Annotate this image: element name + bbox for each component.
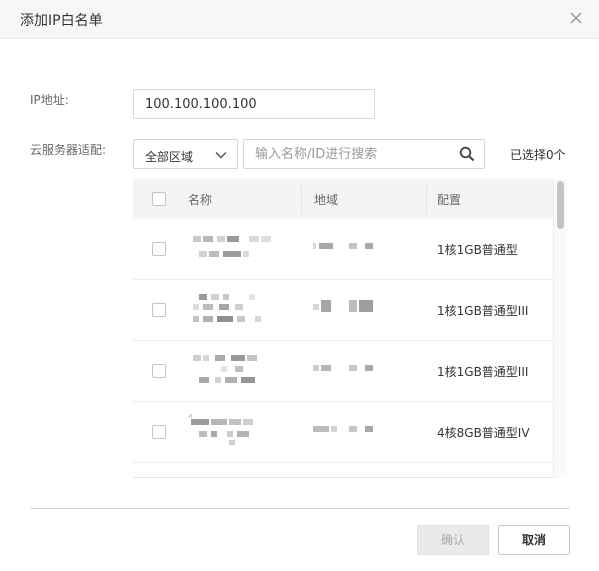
- table-header: 名称 地域 配置: [133, 179, 553, 219]
- redacted-region: [313, 241, 443, 281]
- confirm-button[interactable]: 确认: [417, 525, 489, 555]
- close-icon[interactable]: [567, 9, 585, 27]
- ip-address-label: IP地址:: [30, 93, 69, 107]
- region-select[interactable]: 全部区域: [133, 139, 238, 169]
- redacted-name: [203, 475, 333, 477]
- select-all-checkbox[interactable]: [152, 192, 166, 206]
- column-header-name: 名称: [188, 193, 213, 207]
- redacted-name: [191, 292, 321, 332]
- column-header-config: 配置: [437, 193, 462, 207]
- table-row[interactable]: 1核1GB普通型: [133, 219, 553, 280]
- region-select-value: 全部区域: [145, 150, 194, 164]
- table-row[interactable]: 1核1GB普通型III: [133, 341, 553, 402]
- redacted-name: [191, 353, 321, 393]
- table-row[interactable]: 4核8GB普通型IV: [133, 402, 553, 463]
- row-checkbox[interactable]: [152, 425, 166, 439]
- add-ip-whitelist-dialog: 添加IP白名单 IP地址: 云服务器适配: 全部区域 已选择0个 名称 地域 配…: [0, 0, 599, 571]
- row-checkbox[interactable]: [152, 364, 166, 378]
- ip-address-input[interactable]: [133, 89, 375, 119]
- column-divider: [426, 185, 427, 213]
- server-search-box: [243, 139, 485, 169]
- server-search-input[interactable]: [244, 140, 454, 168]
- dialog-header: 添加IP白名单: [0, 0, 599, 39]
- row-checkbox[interactable]: [152, 303, 166, 317]
- column-divider: [301, 185, 302, 213]
- table-row[interactable]: [133, 463, 553, 477]
- scrollbar-thumb[interactable]: [557, 181, 564, 229]
- redacted-region: [313, 363, 443, 403]
- dialog-title: 添加IP白名单: [20, 13, 103, 29]
- selected-count: 已选择0个: [510, 148, 566, 162]
- redacted-region: [313, 424, 443, 464]
- row-config: 4核8GB普通型IV: [437, 426, 530, 440]
- redacted-name: [189, 414, 319, 454]
- table-row[interactable]: 1核1GB普通型III: [133, 280, 553, 341]
- row-config: 1核1GB普通型III: [437, 304, 529, 318]
- column-header-region: 地域: [314, 193, 339, 207]
- search-icon[interactable]: [459, 146, 475, 162]
- server-match-label: 云服务器适配:: [30, 143, 107, 157]
- row-config: 1核1GB普通型: [437, 243, 518, 257]
- redacted-name: [191, 234, 321, 274]
- table-scrollbar[interactable]: [553, 179, 567, 478]
- cancel-button[interactable]: 取消: [498, 525, 570, 555]
- server-table: 名称 地域 配置 1核1GB普通型 1核1GB普通型III 1核1GB普通型II…: [133, 179, 567, 478]
- footer-divider: [30, 508, 570, 509]
- row-checkbox[interactable]: [152, 242, 166, 256]
- row-config: 1核1GB普通型III: [437, 365, 529, 379]
- chevron-down-icon: [215, 152, 227, 159]
- redacted-region: [313, 298, 443, 338]
